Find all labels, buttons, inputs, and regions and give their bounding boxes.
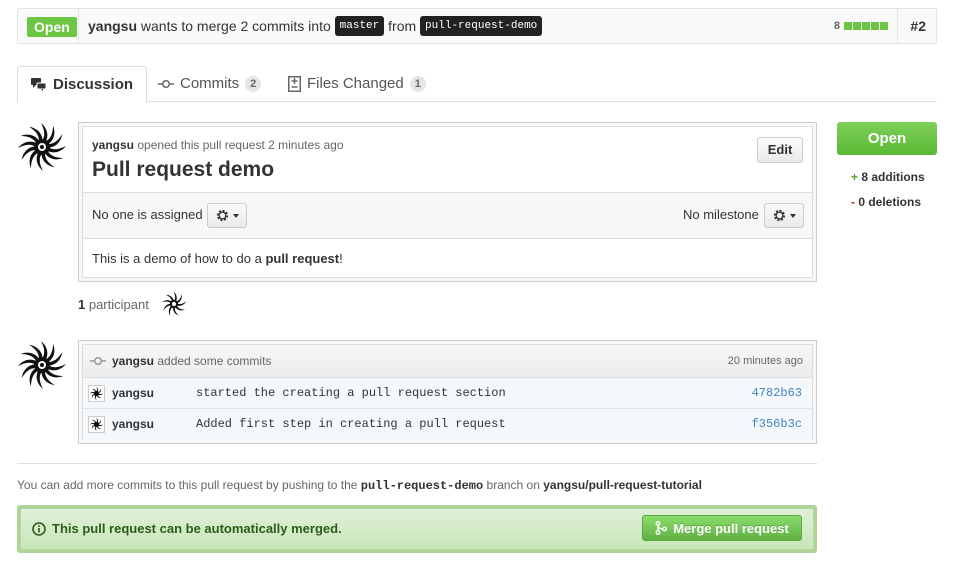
git-merge-icon: [655, 521, 668, 535]
commit-author[interactable]: yangsu: [112, 409, 154, 439]
chevron-down-icon: [789, 213, 796, 218]
merge-box: This pull request can be automatically m…: [17, 505, 817, 553]
pull-request-header: Open yangsu wants to merge 2 commits int…: [17, 8, 937, 44]
tab-discussion[interactable]: Discussion: [17, 66, 148, 103]
milestone-settings-button[interactable]: [764, 203, 804, 228]
avatar[interactable]: [17, 122, 67, 172]
author-link[interactable]: yangsu: [92, 138, 134, 152]
diff-icon: [288, 76, 301, 92]
additions-text: 8 additions: [858, 170, 925, 184]
additions-count: + 8 additions: [851, 170, 925, 184]
chevron-down-icon: [232, 213, 239, 218]
comment-discussion-icon: [31, 77, 47, 91]
tab-label: Commits: [180, 75, 240, 92]
merge-status-text: This pull request can be automatically m…: [52, 521, 342, 536]
tab-files-changed[interactable]: Files Changed 1: [275, 66, 439, 102]
commits-header: yangsu added some commits 20 minutes ago: [83, 345, 812, 378]
commits-timestamp: 20 minutes ago: [727, 355, 803, 367]
commit-sha-link[interactable]: f356b3c: [752, 409, 802, 439]
additions-sign: +: [851, 170, 859, 184]
deletions-count: - 0 deletions: [851, 195, 921, 209]
avatar[interactable]: [88, 416, 105, 433]
tab-label: Files Changed: [307, 75, 404, 92]
from-text: from: [384, 18, 421, 34]
state-badge: Open: [27, 17, 77, 37]
tab-label: Discussion: [53, 75, 134, 93]
commit-row[interactable]: yangsu started the creating a pull reque…: [83, 378, 812, 409]
commit-message[interactable]: Added first step in creating a pull requ…: [196, 409, 506, 439]
discussion-meta: No one is assigned No milestone: [83, 193, 812, 239]
edit-button[interactable]: Edit: [757, 137, 803, 163]
body-text-end: !: [339, 251, 343, 266]
gear-icon: [773, 209, 785, 222]
discussion-box: yangsu opened this pull request 2 minute…: [78, 122, 817, 282]
discussion-body: This is a demo of how to do a pull reque…: [92, 251, 343, 266]
merge-button-label: Merge pull request: [673, 520, 789, 536]
pull-request-state-button[interactable]: Open: [837, 122, 937, 155]
commit-row[interactable]: yangsu Added first step in creating a pu…: [83, 409, 812, 440]
git-commit-icon: [90, 356, 106, 366]
gear-icon: [216, 209, 228, 222]
participant-count: 1 participant: [78, 297, 149, 312]
author-link[interactable]: yangsu: [88, 18, 137, 34]
diffstat-count: 8: [833, 20, 840, 32]
merge-pull-request-button[interactable]: Merge pull request: [642, 515, 802, 541]
discussion-header: yangsu opened this pull request 2 minute…: [83, 127, 812, 193]
author-link[interactable]: yangsu: [112, 354, 154, 368]
pull-request-tabs: Discussion Commits 2 Files Changed 1: [17, 66, 937, 103]
head-branch-label[interactable]: pull-request-demo: [420, 16, 543, 37]
commit-count-badge: 2: [245, 76, 262, 92]
git-commit-icon: [158, 79, 174, 89]
commit-message[interactable]: started the creating a pull request sect…: [196, 378, 506, 408]
divider: [78, 9, 79, 43]
commit-sha-link[interactable]: 4782b63: [752, 378, 802, 408]
merge-text: wants to merge 2 commits into: [137, 18, 335, 34]
commits-summary: yangsu added some commits: [90, 345, 271, 377]
files-count-badge: 1: [409, 76, 426, 92]
push-branch-name: pull-request-demo: [360, 479, 484, 493]
pull-request-title: Pull request demo: [92, 158, 275, 181]
discussion-byline: yangsu opened this pull request 2 minute…: [92, 138, 344, 152]
commit-author[interactable]: yangsu: [112, 378, 154, 408]
body-bold-text: pull request: [265, 251, 340, 266]
push-text-middle: branch on: [483, 478, 544, 492]
avatar[interactable]: [17, 340, 67, 390]
repository-link[interactable]: yangsu/pull-request-tutorial: [543, 478, 702, 492]
commits-action-text: added some commits: [154, 354, 272, 368]
deletions-text: 0 deletions: [855, 195, 922, 209]
divider: [897, 9, 898, 43]
push-instructions: You can add more commits to this pull re…: [17, 478, 702, 493]
base-branch-label[interactable]: master: [334, 16, 385, 37]
diffstat-blocks: [844, 22, 888, 30]
avatar[interactable]: [161, 291, 187, 317]
assignee-label: No one is assigned: [92, 207, 203, 222]
assignee-settings-button[interactable]: [207, 203, 247, 228]
info-icon: [32, 522, 46, 536]
participant-label: participant: [85, 296, 149, 312]
pull-request-number: #2: [910, 18, 926, 34]
pull-request-meta: yangsu wants to merge 2 commits into mas…: [88, 9, 543, 43]
merge-status: This pull request can be automatically m…: [32, 509, 342, 549]
avatar[interactable]: [88, 385, 105, 402]
commits-box: yangsu added some commits 20 minutes ago: [78, 340, 817, 444]
diffstat[interactable]: 8: [834, 9, 888, 43]
milestone-label: No milestone: [683, 207, 759, 222]
opened-text: opened this pull request 2 minutes ago: [134, 138, 344, 152]
tab-commits[interactable]: Commits 2: [145, 66, 274, 102]
body-text: This is a demo of how to do a: [92, 251, 266, 266]
divider: [17, 463, 817, 464]
push-text: You can add more commits to this pull re…: [17, 478, 361, 492]
participants: 1 participant: [78, 291, 187, 316]
